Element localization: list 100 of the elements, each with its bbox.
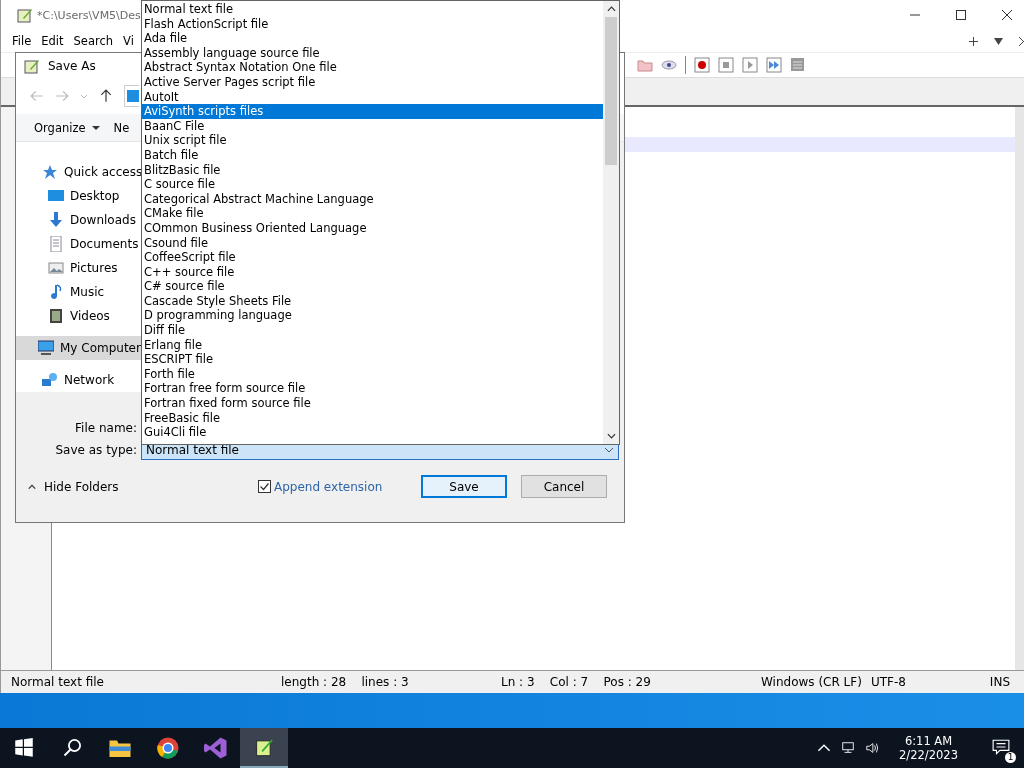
status-text: INS — [988, 675, 1011, 689]
notification-icon[interactable] — [992, 737, 1010, 756]
list-item[interactable]: C++ source file — [142, 264, 603, 280]
notepad-icon — [24, 57, 40, 74]
dialog-button[interactable]: Cancel — [521, 475, 607, 499]
play-icon[interactable] — [742, 57, 758, 73]
status-text: Windows (CR LF) — [760, 675, 861, 689]
record-icon[interactable] — [694, 57, 710, 73]
plus-icon[interactable] — [969, 36, 978, 46]
network-icon[interactable] — [841, 741, 856, 755]
list-item[interactable]: Csound file — [142, 235, 603, 251]
list-item[interactable]: Ada file — [142, 31, 603, 46]
list-item[interactable]: CMake file — [142, 206, 603, 221]
eye-icon[interactable] — [661, 57, 677, 73]
list-item[interactable]: AutoIt — [142, 89, 603, 105]
dialog-title: Save As — [48, 58, 96, 73]
menu-item[interactable]: Search — [73, 34, 114, 48]
notification-count: 1 — [1005, 751, 1016, 763]
dialog-button[interactable]: Save — [421, 475, 507, 499]
grid-icon[interactable] — [790, 57, 806, 73]
nav-item[interactable]: My Computer — [16, 336, 141, 361]
field-label: Save as type: — [54, 443, 137, 458]
picture-icon — [48, 260, 64, 277]
nav-item[interactable]: Quick access — [16, 160, 141, 185]
nav-item[interactable]: Network — [16, 368, 141, 393]
nav-item[interactable]: Documents — [16, 232, 141, 257]
list-item[interactable]: Normal text file — [142, 2, 603, 17]
chevron-up-icon — [28, 482, 36, 491]
browser-icon[interactable] — [156, 736, 180, 760]
hide-folders-button[interactable]: Hide Folders — [28, 479, 258, 494]
list-item[interactable]: Categorical Abstract Machine Language — [142, 191, 603, 207]
list-item[interactable]: FreeBasic file — [142, 410, 603, 426]
nav-item[interactable]: Videos — [16, 304, 141, 329]
computer-icon — [38, 340, 54, 357]
list-item[interactable]: Batch file — [142, 147, 603, 163]
nav-item[interactable]: Pictures — [16, 256, 141, 281]
search-icon[interactable] — [62, 738, 82, 758]
list-item[interactable]: Cascade Style Sheets File — [142, 293, 603, 309]
scrollbar[interactable] — [603, 1, 619, 444]
volume-icon[interactable] — [865, 741, 880, 755]
list-item[interactable]: Active Server Pages script file — [142, 74, 603, 90]
command-button[interactable]: Organize — [34, 120, 100, 135]
windows-start-icon[interactable] — [14, 738, 34, 758]
list-item[interactable]: Assembly language source file — [142, 45, 603, 61]
list-item[interactable]: Diff file — [142, 323, 603, 338]
status-text: Ln : 3 Col : 7 Pos : 29 — [500, 675, 652, 689]
list-item[interactable]: D programming language — [142, 308, 603, 324]
field-label: File name: — [74, 420, 137, 435]
list-item[interactable]: ESCRIPT file — [142, 352, 603, 367]
command-button[interactable]: Ne — [113, 120, 130, 135]
clock-time: 6:11 AM — [904, 734, 953, 748]
list-item[interactable]: Unix script file — [142, 133, 603, 148]
fast-forward-icon[interactable] — [766, 57, 782, 73]
download-arrow-icon — [48, 212, 64, 229]
code-editor-icon[interactable] — [204, 736, 228, 760]
list-item[interactable]: Fortran free form source file — [142, 381, 603, 397]
nav-item[interactable]: Downloads — [16, 208, 141, 233]
film-icon — [48, 308, 64, 325]
checkbox[interactable] — [258, 480, 271, 494]
caret-icon — [91, 123, 100, 132]
list-item[interactable]: AviSynth scripts files — [142, 104, 603, 119]
notepad-icon[interactable] — [254, 737, 274, 757]
network-icon — [42, 372, 58, 389]
music-note-icon — [48, 284, 64, 301]
list-item[interactable]: Abstract Syntax Notation One file — [142, 60, 603, 75]
list-item[interactable]: Forth file — [142, 366, 603, 382]
dropdown-icon[interactable] — [994, 36, 1003, 46]
checkbox-label[interactable]: Append extension — [274, 479, 383, 494]
scroll-up-icon[interactable] — [606, 6, 616, 12]
taskbar-button[interactable] — [240, 728, 288, 768]
address-field[interactable] — [124, 85, 139, 108]
caret-icon — [604, 447, 614, 454]
nav-item[interactable]: Music — [16, 280, 141, 305]
list-item[interactable]: BlitzBasic file — [142, 162, 603, 178]
star-icon — [42, 164, 58, 181]
stop-icon[interactable] — [718, 57, 734, 73]
list-item[interactable]: C source file — [142, 177, 603, 192]
status-text: length : 28 lines : 3 — [280, 675, 410, 689]
menu-item[interactable]: File — [12, 34, 32, 48]
status-text: Normal text file — [10, 675, 105, 689]
list-item[interactable]: C# source file — [142, 279, 603, 294]
notepad-icon — [17, 7, 33, 23]
maximize-icon[interactable] — [956, 10, 966, 20]
up-arrow-icon[interactable] — [99, 89, 113, 104]
list-item[interactable]: Gui4Cli file — [142, 425, 603, 440]
list-item[interactable]: BaanC File — [142, 118, 603, 134]
list-item[interactable]: CoffeeScript file — [142, 250, 603, 265]
window-title: *C:\Users\VM5\Des — [37, 8, 141, 22]
scrollbar[interactable] — [1015, 107, 1024, 670]
scroll-down-icon[interactable] — [606, 433, 616, 439]
list-item[interactable]: Erlang file — [142, 337, 603, 353]
nav-item[interactable]: Desktop — [16, 184, 141, 209]
list-item[interactable]: Fortran fixed form source file — [142, 396, 603, 411]
menu-item[interactable]: Edit — [41, 34, 64, 48]
menu-item[interactable]: Vi — [123, 34, 134, 48]
clock-date: 2/22/2023 — [899, 748, 958, 762]
document-icon — [48, 236, 64, 253]
status-text: UTF-8 — [870, 675, 907, 689]
list-item[interactable]: COmmon Business Oriented Language — [142, 220, 603, 236]
list-item[interactable]: Flash ActionScript file — [142, 16, 603, 32]
